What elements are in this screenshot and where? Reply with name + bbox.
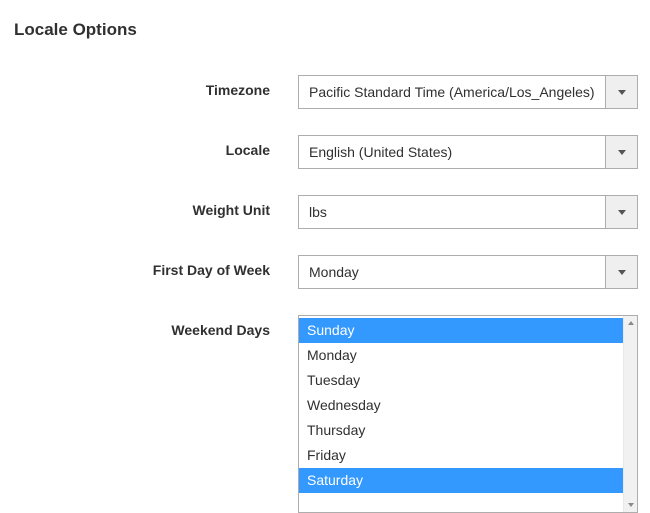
chevron-down-icon bbox=[605, 76, 637, 108]
scroll-down-icon bbox=[624, 498, 637, 512]
timezone-value: Pacific Standard Time (America/Los_Angel… bbox=[299, 76, 605, 108]
first-day-select[interactable]: Monday bbox=[298, 255, 638, 289]
list-item[interactable]: Saturday bbox=[299, 468, 623, 493]
weight-unit-row: Weight Unit lbs bbox=[10, 195, 640, 229]
list-item[interactable]: Tuesday bbox=[299, 368, 623, 393]
scrollbar[interactable] bbox=[623, 316, 637, 512]
weight-unit-label: Weight Unit bbox=[10, 195, 298, 218]
list-item[interactable]: Friday bbox=[299, 443, 623, 468]
chevron-down-icon bbox=[605, 196, 637, 228]
timezone-row: Timezone Pacific Standard Time (America/… bbox=[10, 75, 640, 109]
list-item[interactable]: Thursday bbox=[299, 418, 623, 443]
timezone-select[interactable]: Pacific Standard Time (America/Los_Angel… bbox=[298, 75, 638, 109]
section-title: Locale Options bbox=[10, 20, 640, 40]
weekend-days-label: Weekend Days bbox=[10, 315, 298, 338]
chevron-down-icon bbox=[605, 256, 637, 288]
weekend-days-list: SundayMondayTuesdayWednesdayThursdayFrid… bbox=[299, 316, 623, 512]
first-day-label: First Day of Week bbox=[10, 255, 298, 278]
weight-unit-value: lbs bbox=[299, 196, 605, 228]
weekend-days-row: Weekend Days SundayMondayTuesdayWednesda… bbox=[10, 315, 640, 513]
chevron-down-icon bbox=[605, 136, 637, 168]
locale-select[interactable]: English (United States) bbox=[298, 135, 638, 169]
timezone-label: Timezone bbox=[10, 75, 298, 98]
weight-unit-select[interactable]: lbs bbox=[298, 195, 638, 229]
list-item[interactable]: Wednesday bbox=[299, 393, 623, 418]
weekend-days-multiselect[interactable]: SundayMondayTuesdayWednesdayThursdayFrid… bbox=[298, 315, 638, 513]
locale-options-form: Timezone Pacific Standard Time (America/… bbox=[10, 75, 640, 513]
first-day-value: Monday bbox=[299, 256, 605, 288]
list-item[interactable]: Sunday bbox=[299, 318, 623, 343]
locale-value: English (United States) bbox=[299, 136, 605, 168]
scroll-up-icon bbox=[624, 316, 637, 330]
locale-label: Locale bbox=[10, 135, 298, 158]
list-item[interactable]: Monday bbox=[299, 343, 623, 368]
locale-row: Locale English (United States) bbox=[10, 135, 640, 169]
first-day-row: First Day of Week Monday bbox=[10, 255, 640, 289]
